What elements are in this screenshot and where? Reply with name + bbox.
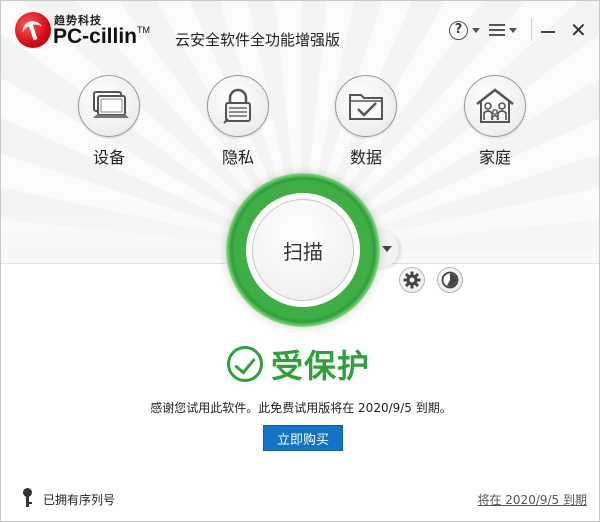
- protection-status: 受保护: [227, 341, 370, 387]
- scan-button[interactable]: 扫描: [252, 199, 354, 301]
- chevron-down-icon: [509, 27, 517, 33]
- menu-button[interactable]: [489, 18, 517, 42]
- check-circle-icon: [227, 346, 263, 382]
- feature-privacy[interactable]: 隐私: [193, 75, 283, 168]
- settings-button[interactable]: [399, 267, 425, 293]
- feature-label: 数据: [349, 148, 382, 167]
- feature-data[interactable]: 数据: [321, 75, 411, 168]
- trial-message: 感谢您试用此软件。此免费试用版将在 2020/9/5 到期。: [150, 401, 452, 415]
- brand-name: PC-cillinTM: [53, 25, 150, 49]
- feature-devices[interactable]: 设备: [64, 75, 154, 168]
- feature-label: 设备: [92, 148, 125, 167]
- feature-family[interactable]: 家庭: [450, 75, 540, 168]
- brand-name-text: PC-cillin: [53, 25, 138, 48]
- folder-check-icon: [335, 75, 397, 137]
- reports-button[interactable]: [437, 267, 463, 293]
- trend-micro-logo-icon: [15, 12, 51, 48]
- pie-chart-icon: [441, 271, 459, 289]
- hamburger-icon: [489, 24, 505, 36]
- close-icon: ✕: [570, 18, 587, 42]
- feature-label: 家庭: [478, 148, 511, 167]
- minimize-icon: [541, 31, 555, 33]
- close-button[interactable]: ✕: [570, 18, 590, 42]
- serial-number-link[interactable]: 已拥有序列号: [43, 491, 115, 508]
- laptop-icon: [78, 75, 140, 137]
- controls-divider: [531, 19, 532, 41]
- key-shaft: [26, 495, 29, 507]
- minimize-button[interactable]: [541, 18, 561, 42]
- feature-label: 隐私: [221, 148, 254, 167]
- brand-tm: TM: [137, 25, 151, 35]
- key-icon: [21, 488, 33, 508]
- chevron-down-icon: [472, 27, 480, 33]
- lock-icon: [207, 75, 269, 137]
- expiry-link[interactable]: 将在 2020/9/5 到期: [477, 491, 587, 508]
- status-text: 受保护: [271, 347, 371, 385]
- help-icon: ?: [449, 20, 468, 40]
- buy-now-button[interactable]: 立即购买: [263, 425, 343, 451]
- app-window: 趋势科技 PC-cillinTM 云安全软件全功能增强版 ? ✕ 设备 隐私 数…: [0, 0, 600, 522]
- caret-down-icon: [382, 246, 392, 252]
- help-button[interactable]: ?: [449, 18, 480, 42]
- brand-edition: 云安全软件全功能增强版: [175, 31, 341, 49]
- family-icon: [464, 75, 526, 137]
- gear-icon: [403, 271, 421, 289]
- key-tooth: [29, 502, 32, 504]
